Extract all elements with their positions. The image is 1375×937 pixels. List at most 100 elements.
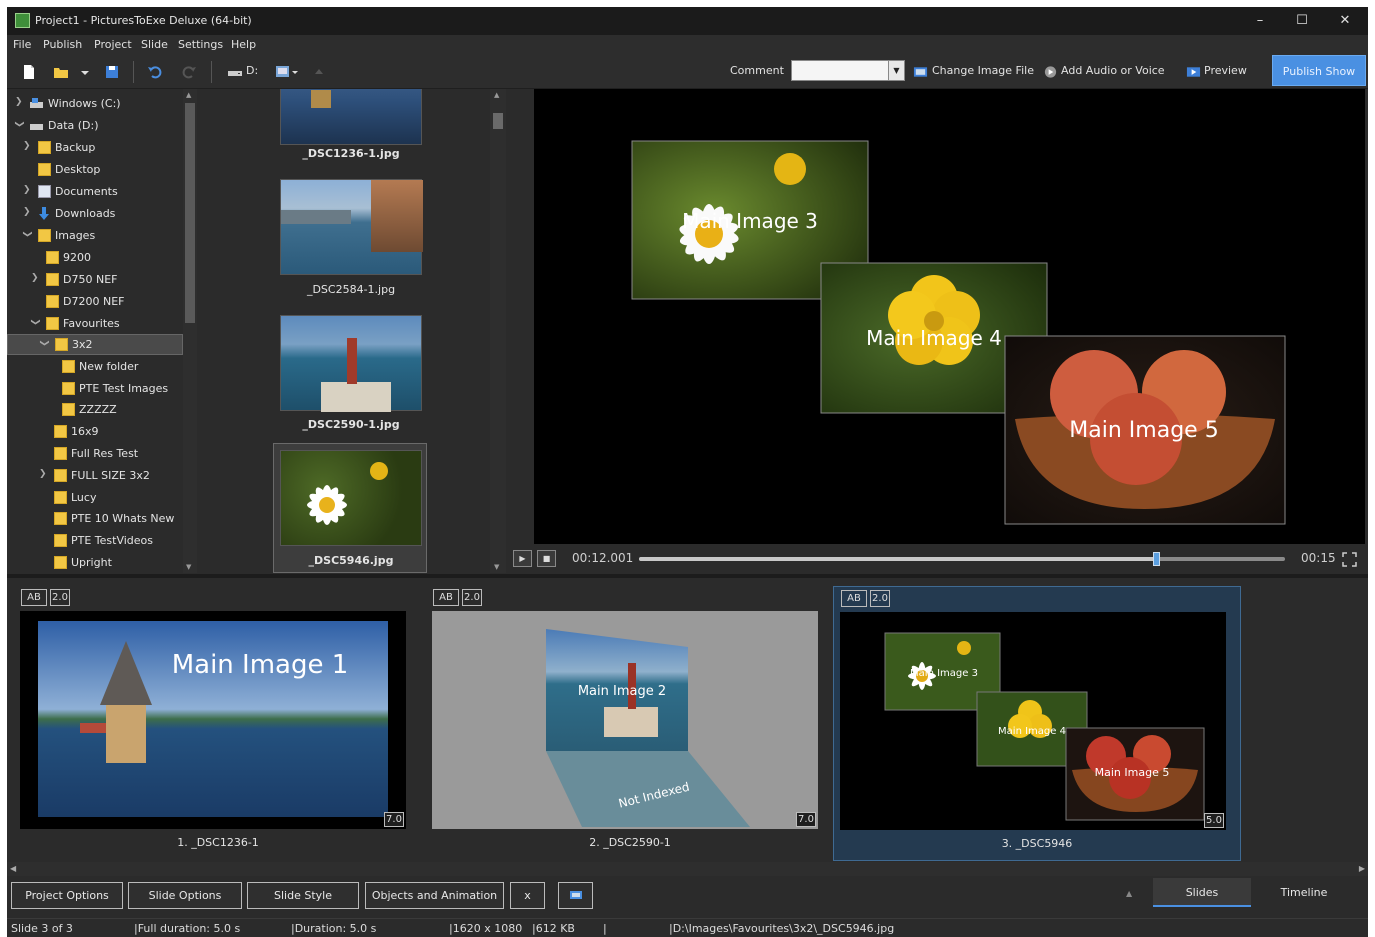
file-name: _DSC5946.jpg [308, 554, 394, 567]
view-mode-icon[interactable] [275, 64, 299, 80]
status-duration: |Duration: 5.0 s [291, 922, 377, 935]
transition-badge[interactable]: AB [433, 589, 459, 606]
file-thumbnail[interactable] [280, 315, 422, 412]
progress-handle[interactable] [1152, 552, 1160, 566]
tree-item-3x2[interactable]: ❯ 3x2 [7, 334, 183, 355]
tree-item-label: Upright [71, 556, 112, 569]
slide-options-button[interactable]: Slide Options [128, 882, 242, 909]
slide-item[interactable]: AB 2.0 Main Image 1 7.0 1. _DSC1236-1 [14, 586, 422, 861]
undo-icon[interactable] [147, 64, 163, 80]
slide-item[interactable]: AB 2.0 Main Image 2 Not Indexed 7.0 2. _… [426, 586, 834, 861]
open-folder-icon[interactable] [53, 64, 69, 80]
scroll-right-icon[interactable]: ▶ [1359, 864, 1365, 873]
toolbar-separator [133, 61, 134, 83]
transition-badge[interactable]: AB [841, 590, 867, 607]
publish-show-button[interactable]: Publish Show [1272, 55, 1366, 86]
slide-style-button[interactable]: Slide Style [247, 882, 359, 909]
toolbar: D: Comment ▼ Change Image File Add Audio… [7, 55, 1368, 89]
slide-thumbnail[interactable]: Main Image 2 Not Indexed 7.0 [432, 611, 818, 829]
transition-duration-badge[interactable]: 2.0 [870, 590, 890, 607]
status-file-path: |D:\Images\Favourites\3x2\_DSC5946.jpg [669, 922, 895, 935]
folder-icon [62, 382, 75, 395]
transition-duration-badge[interactable]: 2.0 [462, 589, 482, 606]
scroll-up-icon[interactable]: ▲ [494, 91, 499, 99]
status-resolution: |1620 x 1080 [449, 922, 523, 935]
add-audio-button[interactable]: Add Audio or Voice [1061, 64, 1165, 77]
fullscreen-icon[interactable] [1342, 552, 1357, 567]
menu-slide[interactable]: Slide [141, 38, 168, 51]
thumbnail-scrollbar[interactable]: ▲ ▼ [490, 89, 506, 573]
scroll-up-icon[interactable]: ▲ [186, 91, 191, 99]
menu-file[interactable]: File [13, 38, 31, 51]
recent-dropdown-icon[interactable] [80, 64, 90, 80]
minimize-button[interactable]: – [1240, 10, 1280, 32]
scroll-thumb[interactable] [185, 103, 195, 323]
menu-project[interactable]: Project [94, 38, 132, 51]
tree-item-label: Windows (C:) [48, 97, 121, 110]
preview-icon[interactable] [1186, 64, 1201, 80]
slide-name: 3. _DSC5946 [1001, 837, 1073, 850]
drive-icon[interactable] [227, 64, 243, 80]
chevron-down-icon[interactable]: ❯ [14, 120, 24, 128]
scroll-down-icon[interactable]: ▼ [494, 563, 499, 571]
save-icon[interactable] [104, 64, 120, 80]
drive-label[interactable]: D: [246, 64, 258, 77]
objects-animation-button[interactable]: Objects and Animation [365, 882, 504, 909]
chevron-right-icon[interactable]: ❯ [23, 141, 31, 151]
total-time: 00:15 [1301, 551, 1336, 565]
menu-publish[interactable]: Publish [43, 38, 82, 51]
close-button[interactable]: ✕ [1325, 10, 1365, 32]
transition-duration-badge[interactable]: 2.0 [50, 589, 70, 606]
chevron-down-icon[interactable]: ❯ [22, 230, 32, 238]
progress-slider[interactable] [639, 552, 1285, 566]
slide-thumbnail[interactable]: Main Image 3 Main Image 4 Main Image 5 5… [840, 612, 1226, 830]
file-thumbnail[interactable] [280, 450, 422, 546]
main-image-5[interactable]: Main Image 5 [1004, 335, 1286, 525]
collapse-up-icon[interactable]: ▲ [1126, 889, 1132, 898]
maximize-button[interactable]: ☐ [1282, 10, 1322, 32]
up-arrow-icon[interactable] [313, 64, 325, 80]
slide-thumbnail[interactable]: Main Image 1 7.0 [20, 611, 406, 829]
menu-settings[interactable]: Settings [178, 38, 223, 51]
image-button[interactable] [558, 882, 593, 909]
chevron-right-icon[interactable]: ❯ [23, 185, 31, 195]
tree-scrollbar[interactable]: ▲ ▼ [183, 89, 197, 573]
slide-duration[interactable]: 5.0 [1204, 813, 1224, 828]
comment-input[interactable]: ▼ [791, 60, 905, 81]
slide-item-selected[interactable]: AB 2.0 Main Image 3 Main Image 4 Main Im… [833, 586, 1241, 861]
close-panel-button[interactable]: x [510, 882, 545, 909]
file-thumbnail[interactable] [280, 179, 423, 275]
chevron-down-icon[interactable]: ▼ [888, 61, 904, 80]
menu-help[interactable]: Help [231, 38, 256, 51]
slide-duration[interactable]: 7.0 [796, 812, 816, 827]
change-image-button[interactable]: Change Image File [932, 64, 1034, 77]
project-options-button[interactable]: Project Options [11, 882, 123, 909]
chevron-right-icon[interactable]: ❯ [23, 207, 31, 217]
slide-duration[interactable]: 7.0 [384, 812, 404, 827]
stop-icon[interactable]: ■ [537, 550, 556, 567]
redo-icon[interactable] [181, 64, 197, 80]
mountain-shape [281, 210, 351, 224]
tab-timeline[interactable]: Timeline [1255, 878, 1353, 907]
scroll-left-icon[interactable]: ◀ [10, 864, 16, 873]
tree-item-label: Documents [55, 185, 118, 198]
slide-list-scrollbar[interactable]: ◀ ▶ [7, 862, 1368, 876]
preview-canvas[interactable]: Main Image 3 Main Image 4 Main Image 5 [534, 89, 1365, 544]
preview-button[interactable]: Preview [1204, 64, 1247, 77]
scroll-down-icon[interactable]: ▼ [186, 563, 191, 571]
chevron-right-icon[interactable]: ❯ [39, 469, 47, 479]
file-thumbnail[interactable] [280, 89, 422, 145]
tree-item-label: D7200 NEF [63, 295, 125, 308]
play-icon[interactable]: ▶ [513, 550, 532, 567]
chevron-down-icon[interactable]: ❯ [39, 339, 49, 347]
change-image-icon[interactable] [913, 64, 928, 80]
tree-item-label: Favourites [63, 317, 120, 330]
tab-slides[interactable]: Slides [1153, 878, 1251, 907]
chevron-down-icon[interactable]: ❯ [30, 318, 40, 326]
audio-icon[interactable] [1043, 64, 1058, 80]
new-project-icon[interactable] [21, 64, 37, 80]
chevron-right-icon[interactable]: ❯ [31, 273, 39, 283]
scroll-thumb[interactable] [493, 113, 503, 129]
chevron-right-icon[interactable]: ❯ [15, 97, 23, 107]
transition-badge[interactable]: AB [21, 589, 47, 606]
